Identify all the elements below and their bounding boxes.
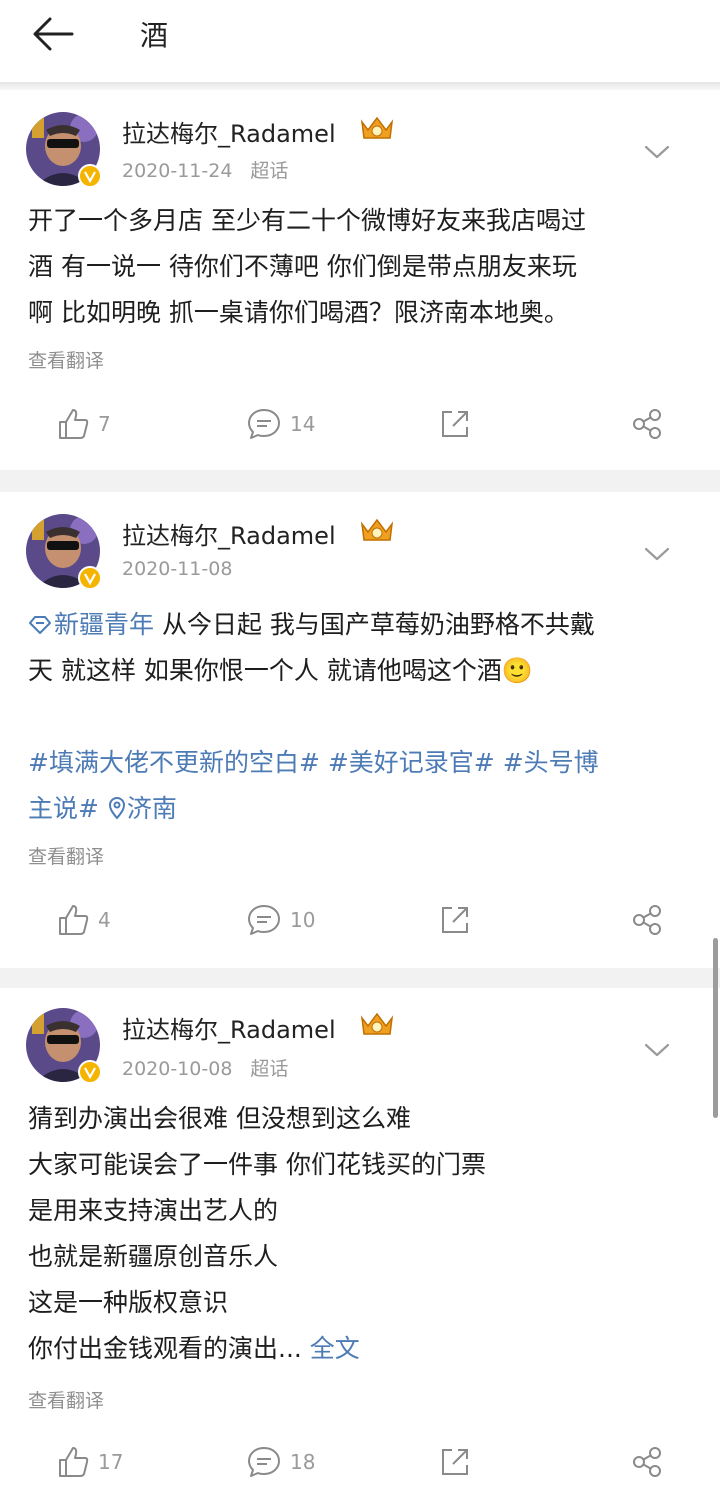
post-card[interactable]: 拉达梅尔_Radamel 2020-10-08 超话 猜到办演出会很难 但没想到这… <box>0 988 720 1511</box>
comment-icon <box>248 1447 280 1477</box>
text-line: 是用来支持演出艺人的 <box>28 1196 279 1225</box>
translate-link[interactable]: 查看翻译 <box>28 346 104 373</box>
text-line: 大家可能误会了一件事 你们花钱买的门票 <box>28 1150 486 1179</box>
thumbs-up-icon <box>59 409 89 439</box>
topic-text: 新疆青年 <box>54 610 155 639</box>
text-line: 啊 比如明晚 抓一桌请你们喝酒？限济南本地奥。 <box>28 298 569 327</box>
translate-link[interactable]: 查看翻译 <box>28 1386 104 1413</box>
post-text: 新疆青年 从今日起 我与国产草莓奶油野格不共戴 天 就这样 如果你恨一个人 就请… <box>28 602 698 832</box>
post-text: 开了一个多月店 至少有二十个微博好友来我店喝过 酒 有一说一 待你们不薄吧 你们… <box>28 198 698 336</box>
thumbs-up-icon <box>59 905 89 935</box>
post-text: 猜到办演出会很难 但没想到这么难 大家可能误会了一件事 你们花钱买的门票 是用来… <box>28 1096 698 1372</box>
post-date: 2020-11-08 <box>122 558 233 580</box>
text-line: 开了一个多月店 至少有二十个微博好友来我店喝过 <box>28 206 586 235</box>
topic-link[interactable]: 新疆青年 <box>28 610 154 639</box>
like-count: 17 <box>98 1450 124 1474</box>
post-card[interactable]: 拉达梅尔_Radamel 2020-11-24 超话 开了一个多月店 至少有二十个… <box>0 90 720 470</box>
location-pin-icon <box>108 797 125 820</box>
comment-button[interactable]: 14 <box>246 404 315 444</box>
author-name[interactable]: 拉达梅尔_Radamel <box>122 1010 336 1045</box>
repost-icon <box>442 1449 468 1475</box>
text-line: 也就是新疆原创音乐人 <box>28 1242 279 1271</box>
location-link[interactable]: 济南 <box>107 794 177 823</box>
like-count: 4 <box>98 908 111 932</box>
chevron-down-icon[interactable] <box>642 544 672 564</box>
text-line: 这是一种版权意识 <box>28 1288 229 1317</box>
text-segment: 从今日起 我与国产草莓奶油野格不共戴 <box>154 610 595 639</box>
action-bar: 17 18 <box>0 1442 720 1482</box>
comment-icon <box>248 905 280 935</box>
chevron-down-icon[interactable] <box>642 142 672 162</box>
like-button[interactable]: 4 <box>56 900 111 940</box>
repost-button[interactable] <box>438 900 472 940</box>
comment-button[interactable]: 18 <box>246 1442 315 1482</box>
chevron-down-icon[interactable] <box>642 1040 672 1060</box>
post-divider <box>0 470 720 492</box>
post-source[interactable]: 超话 <box>250 160 288 182</box>
hashtag-link[interactable]: 主说# <box>28 794 99 823</box>
repost-icon <box>442 411 468 437</box>
back-button[interactable] <box>28 14 78 54</box>
action-bar: 4 10 <box>0 900 720 940</box>
like-count: 7 <box>98 412 111 436</box>
share-icon <box>633 1447 661 1477</box>
comment-count: 10 <box>290 908 316 932</box>
verified-badge-icon <box>78 164 102 188</box>
post-date: 2020-11-24 <box>122 160 233 182</box>
comment-button[interactable]: 10 <box>246 900 315 940</box>
comment-count: 18 <box>290 1450 316 1474</box>
action-bar: 7 14 <box>0 404 720 444</box>
post-date: 2020-10-08 <box>122 1058 233 1080</box>
author-name[interactable]: 拉达梅尔_Radamel <box>122 516 336 551</box>
post-meta: 2020-11-24 超话 <box>122 156 288 183</box>
text-segment: 天 就这样 如果你恨一个人 就请他喝这个酒 <box>28 656 502 685</box>
text-line: 酒 有一说一 待你们不薄吧 你们倒是带点朋友来玩 <box>28 252 577 281</box>
verified-badge-icon <box>78 566 102 590</box>
crown-badge-icon <box>358 516 396 544</box>
post-card[interactable]: 拉达梅尔_Radamel 2020-11-08 新疆青年 从今日起 我与国产草莓… <box>0 492 720 968</box>
crown-badge-icon <box>358 114 396 142</box>
hashtag-link[interactable]: #美好记录官# <box>328 748 495 777</box>
scrollbar[interactable] <box>713 938 718 1118</box>
post-divider <box>0 968 720 990</box>
crown-badge-icon <box>358 1010 396 1038</box>
arrow-left-icon <box>33 17 74 51</box>
text-line: 你付出金钱观看的演出... 全文 <box>28 1326 698 1372</box>
full-text-link[interactable]: 全文 <box>310 1334 360 1363</box>
text-line: 新疆青年 从今日起 我与国产草莓奶油野格不共戴 <box>28 602 698 648</box>
like-button[interactable]: 17 <box>56 1442 123 1482</box>
text-line: #填满大佬不更新的空白# #美好记录官# #头号博 <box>28 740 698 786</box>
verified-badge-icon <box>78 1060 102 1084</box>
hashtag-link[interactable]: #头号博 <box>503 748 599 777</box>
repost-icon <box>442 907 468 933</box>
share-icon <box>633 409 661 439</box>
smile-emoji: 🙂 <box>501 656 533 685</box>
author-name[interactable]: 拉达梅尔_Radamel <box>122 114 336 149</box>
thumbs-up-icon <box>59 1447 89 1477</box>
repost-button[interactable] <box>438 404 472 444</box>
like-button[interactable]: 7 <box>56 404 111 444</box>
comment-icon <box>248 409 280 439</box>
translate-link[interactable]: 查看翻译 <box>28 842 104 869</box>
comment-count: 14 <box>290 412 316 436</box>
text-segment: 你付出金钱观看的演出... <box>28 1334 310 1363</box>
header-divider <box>0 82 720 90</box>
post-source[interactable]: 超话 <box>250 1058 288 1080</box>
top-bar: 酒 <box>0 0 720 82</box>
post-meta: 2020-10-08 超话 <box>122 1054 288 1081</box>
text-line: 主说# 济南 <box>28 786 698 832</box>
share-button[interactable] <box>630 900 664 940</box>
tag-diamond-icon <box>29 616 51 634</box>
text-line: 天 就这样 如果你恨一个人 就请他喝这个酒🙂 <box>28 648 698 694</box>
repost-button[interactable] <box>438 1442 472 1482</box>
text-line: 猜到办演出会很难 但没想到这么难 <box>28 1104 411 1133</box>
post-meta: 2020-11-08 <box>122 558 232 580</box>
location-text: 济南 <box>126 794 177 823</box>
page-title: 酒 <box>140 19 169 52</box>
hashtag-link[interactable]: #填满大佬不更新的空白# <box>28 748 320 777</box>
share-button[interactable] <box>630 404 664 444</box>
share-icon <box>633 905 661 935</box>
share-button[interactable] <box>630 1442 664 1482</box>
